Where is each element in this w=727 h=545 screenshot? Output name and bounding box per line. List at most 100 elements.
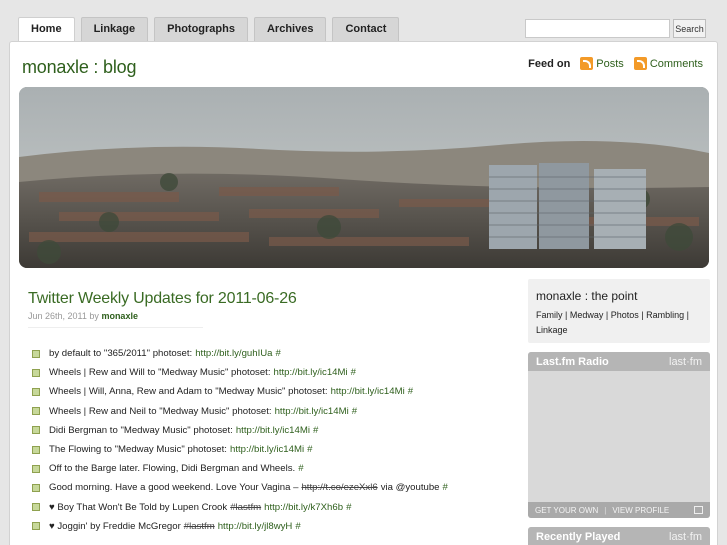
tweet-permalink[interactable]: # [408,386,413,397]
feed-posts-link[interactable]: Posts [580,57,624,70]
point-link-medway[interactable]: Medway [570,310,604,320]
tweet-link[interactable]: http://bit.ly/ic14Mi [331,386,405,397]
tweet-permalink[interactable]: # [346,502,351,513]
post-meta: Jun 26th, 2011 by monaxle [28,311,203,328]
tweet-text: Good morning. Have a good weekend. Love … [49,482,299,494]
tab-archives[interactable]: Archives [253,17,327,41]
recently-played-widget: Recently Played last·fm [528,527,710,545]
list-bullet-icon [32,407,40,416]
list-item: by default to "365/2011" photoset: http:… [28,344,508,363]
tweet-text: Wheels | Will, Anna, Rew and Adam to "Me… [49,386,328,398]
tweet-permalink[interactable]: # [352,406,357,417]
the-point-links: Family | Medway | Photos | Rambling | Li… [536,310,689,335]
tweet-link[interactable]: http://bit.ly/ic14Mi [236,425,310,436]
list-bullet-icon [32,464,40,473]
tab-linkage[interactable]: Linkage [80,17,149,41]
post-date: Jun 26th, 2011 [28,311,87,321]
the-point-widget: monaxle : the point Family | Medway | Ph… [528,279,710,343]
recently-played-title: Recently Played [536,530,621,543]
tweet-text: ♥ Joggin' by Freddie McGregor [49,520,181,532]
post-by: by [89,311,99,321]
tweet-text: Wheels | Rew and Neil to "Medway Music" … [49,405,272,417]
tweet-struck-tag[interactable]: #lastfm [184,521,215,532]
lastfm-radio-title: Last.fm Radio [536,355,609,368]
rss-icon [633,57,647,70]
tweet-text-after: via @youtube [380,482,440,494]
tweet-permalink[interactable]: # [443,482,448,493]
post-author-link[interactable]: monaxle [101,311,138,321]
top-bar: Home Linkage Photographs Archives Contac… [0,0,727,42]
tweet-text: Off to the Barge later. Flowing, Didi Be… [49,463,296,475]
point-link-photos[interactable]: Photos [611,310,639,320]
lastfm-radio-header: Last.fm Radio last·fm [528,352,710,371]
feed-comments-link[interactable]: Comments [633,57,703,70]
search-input[interactable] [525,19,670,38]
lastfm-logo-icon[interactable]: last·fm [669,531,702,543]
list-item: Wheels | Will, Anna, Rew and Adam to "Me… [28,382,508,401]
list-bullet-icon [32,483,40,492]
lastfm-radio-footer: GET YOUR OWN | VIEW PROFILE [528,502,710,518]
post-main-column: Twitter Weekly Updates for 2011-06-26 Ju… [28,290,508,536]
feed-links: Feed on Posts Comments [528,57,703,70]
list-item: The Flowing to "Medway Music" photoset: … [28,440,508,459]
lastfm-get-own-link[interactable]: GET YOUR OWN [535,506,598,515]
tweet-list: by default to "365/2011" photoset: http:… [28,344,508,536]
tweet-struck-tag[interactable]: #lastfm [230,502,261,513]
tweet-permalink[interactable]: # [313,425,318,436]
recently-played-header: Recently Played last·fm [528,527,710,545]
tweet-link[interactable]: http://bit.ly/ic14Mi [274,367,348,378]
feed-posts-label: Posts [596,57,624,70]
external-link-icon[interactable] [694,506,703,514]
list-bullet-icon [32,522,40,531]
post-title[interactable]: Twitter Weekly Updates for 2011-06-26 [28,290,508,308]
list-bullet-icon [32,503,40,512]
list-item: Good morning. Have a good weekend. Love … [28,478,508,497]
tweet-permalink[interactable]: # [351,367,356,378]
rss-icon [580,57,594,70]
tab-contact[interactable]: Contact [332,17,400,41]
tweet-permalink[interactable]: # [307,444,312,455]
tweet-link[interactable]: http://bit.ly/ic14Mi [275,406,349,417]
tweet-permalink[interactable]: # [295,521,300,532]
feed-label: Feed on [528,57,571,70]
list-bullet-icon [32,445,40,454]
list-item: Off to the Barge later. Flowing, Didi Be… [28,459,508,478]
tweet-link[interactable]: http://bit.ly/ic14Mi [230,444,304,455]
tweet-link[interactable]: http://bit.ly/k7Xh6b [264,502,343,513]
list-item: ♥ Boy That Won't Be Told by Lupen Crook … [28,498,508,517]
tweet-permalink[interactable]: # [298,463,303,474]
point-link-rambling[interactable]: Rambling [646,310,684,320]
tweet-link[interactable]: http://bit.ly/jl8wyH [218,521,293,532]
tweet-permalink[interactable]: # [276,348,281,359]
tweet-struck-link[interactable]: http://t.co/ezeXxl6 [301,482,377,493]
lastfm-view-profile-link[interactable]: VIEW PROFILE [612,506,669,515]
search-form: Search [525,19,706,38]
list-item: Didi Bergman to "Medway Music" photoset:… [28,421,508,440]
list-bullet-icon [32,426,40,435]
feed-comments-label: Comments [649,57,703,70]
list-bullet-icon [32,349,40,358]
list-bullet-icon [32,387,40,396]
tweet-text: The Flowing to "Medway Music" photoset: [49,444,227,456]
list-bullet-icon [32,368,40,377]
list-item: Wheels | Rew and Neil to "Medway Music" … [28,402,508,421]
point-link-linkage[interactable]: Linkage [536,325,568,335]
banner-cityscape [19,87,709,268]
header-banner-image [19,87,709,268]
tweet-text: ♥ Boy That Won't Be Told by Lupen Crook [49,501,228,513]
list-item: ♥ Joggin' by Freddie McGregor #lastfm ht… [28,517,508,536]
page-container: monaxle : blog Feed on Posts Comments Tw… [9,41,718,545]
sidebar: monaxle : the point Family | Medway | Ph… [528,279,710,545]
site-title[interactable]: monaxle : blog [22,57,136,78]
tab-home[interactable]: Home [18,17,75,41]
tweet-text: Didi Bergman to "Medway Music" photoset: [49,424,233,436]
lastfm-radio-widget: Last.fm Radio last·fm GET YOUR OWN | VIE… [528,352,710,518]
main-nav: Home Linkage Photographs Archives Contac… [18,17,400,41]
point-link-family[interactable]: Family [536,310,563,320]
tweet-text: by default to "365/2011" photoset: [49,348,193,360]
lastfm-logo-icon[interactable]: last·fm [669,356,702,368]
tweet-link[interactable]: http://bit.ly/guhIUa [195,348,272,359]
separator: | [604,505,607,515]
tab-photographs[interactable]: Photographs [154,17,248,41]
search-button[interactable]: Search [673,19,706,38]
